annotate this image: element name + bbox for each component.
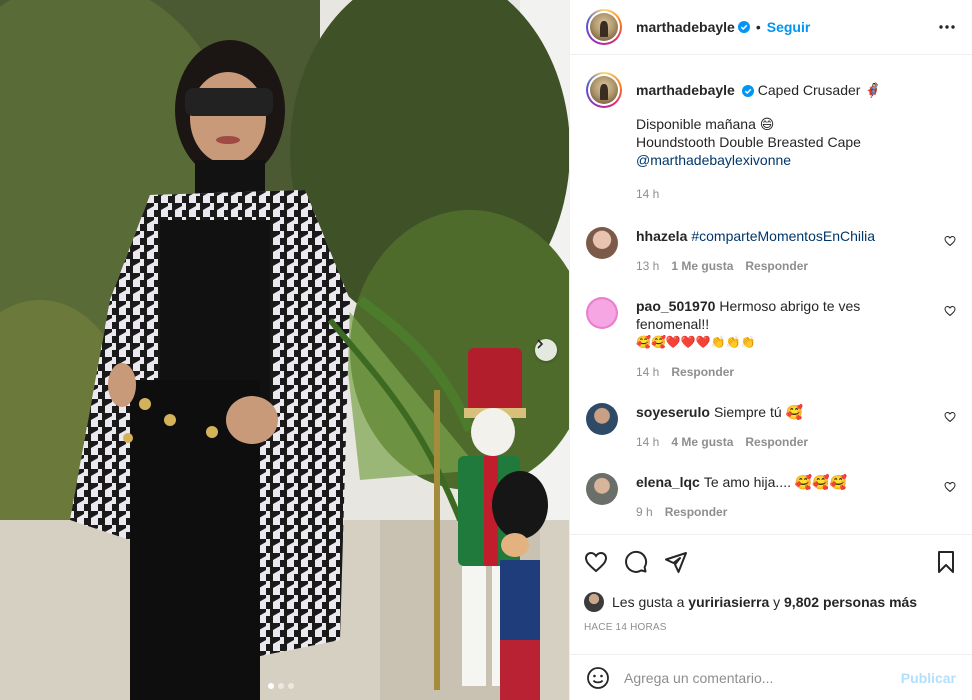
liker-avatar[interactable] — [584, 592, 604, 612]
comment-button[interactable] — [624, 550, 648, 574]
comment-avatar[interactable] — [586, 473, 618, 505]
heart-outline-icon[interactable] — [944, 411, 956, 423]
carousel-dot — [278, 683, 284, 689]
comment-username[interactable]: soyeserulo — [636, 404, 710, 420]
likes-summary: Les gusta a yuririasierra y 9,802 person… — [584, 592, 958, 612]
comment-item: elena_lqc Te amo hija.... 🥰🥰🥰 9 h Respond… — [586, 473, 956, 521]
comment-timestamp[interactable]: 14 h — [636, 433, 659, 451]
carousel-next-button[interactable] — [535, 339, 557, 361]
author-username[interactable]: marthadebayle — [636, 19, 735, 35]
caption-username[interactable]: marthadebayle — [636, 82, 735, 98]
comment-username[interactable]: elena_lqc — [636, 474, 700, 490]
comment-item: pao_501970 Hermoso abrigo te ves fenomena… — [586, 297, 956, 381]
more-options-button[interactable] — [938, 18, 956, 41]
comment-bubble-icon — [625, 550, 648, 573]
carousel-dot-active — [268, 683, 274, 689]
comment-item: soyeserulo Siempre tú 🥰 14 h 4 Me gusta R… — [586, 403, 956, 451]
caption-line: Houndstooth Double Breasted Cape — [636, 134, 861, 150]
photo-illustration — [0, 0, 569, 700]
liker-username[interactable]: yuririasierra — [688, 594, 769, 610]
more-horizontal-icon — [939, 25, 955, 29]
comment-text: Te amo hija.... 🥰🥰🥰 — [703, 474, 848, 490]
verified-badge-icon — [737, 21, 750, 33]
emoji-icon[interactable] — [586, 666, 610, 690]
caption-avatar[interactable] — [586, 72, 622, 108]
likes-middle: y — [773, 594, 781, 610]
comment-text: Siempre tú 🥰 — [713, 404, 803, 420]
separator-dot: • — [755, 19, 761, 35]
caption-title: Caped Crusader — [757, 82, 865, 98]
comment-input[interactable] — [624, 669, 901, 686]
send-icon — [665, 552, 687, 573]
heart-outline-icon[interactable] — [944, 481, 956, 493]
comment-timestamp[interactable]: 9 h — [636, 503, 653, 521]
likes-count[interactable]: 9,802 personas más — [784, 594, 917, 610]
heart-outline-icon[interactable] — [944, 305, 956, 317]
comment-likes[interactable]: 1 Me gusta — [671, 257, 733, 275]
post-timestamp[interactable]: HACE 14 HORAS — [584, 622, 958, 633]
carousel-dot — [288, 683, 294, 689]
caption-title-emoji: 🦸🏻‍♀️ — [864, 82, 882, 98]
author-avatar[interactable] — [586, 9, 622, 45]
comment-username[interactable]: hhazela — [636, 228, 687, 244]
comment-timestamp[interactable]: 13 h — [636, 257, 659, 275]
follow-button[interactable]: Seguir — [767, 19, 811, 35]
post-actions: Les gusta a yuririasierra y 9,802 person… — [570, 534, 972, 633]
heart-outline-icon — [584, 551, 608, 573]
publish-button[interactable]: Publicar — [901, 670, 956, 686]
comment-username[interactable]: pao_501970 — [636, 298, 715, 314]
comment-avatar[interactable] — [586, 297, 618, 329]
comment-item: hhazela #comparteMomentosEnChilia 13 h 1 … — [586, 227, 956, 275]
comment-timestamp[interactable]: 14 h — [636, 363, 659, 381]
comments-list[interactable]: marthadebayle Caped Crusader 🦸🏻‍♀️ Dispo… — [570, 56, 972, 534]
caption-mention-link[interactable]: @marthadebaylexivonne — [636, 151, 928, 169]
caption: marthadebayle Caped Crusader 🦸🏻‍♀️ Dispo… — [586, 72, 956, 203]
likes-prefix: Les gusta a — [612, 594, 685, 610]
add-comment-bar: Publicar — [570, 654, 972, 700]
post-photo[interactable] — [0, 0, 569, 700]
comment-likes[interactable]: 4 Me gusta — [671, 433, 733, 451]
post-side-panel: marthadebayle • Seguir marthadebayle Cap… — [569, 0, 972, 700]
heart-outline-icon[interactable] — [944, 235, 956, 247]
caption-timestamp[interactable]: 14 h — [636, 185, 659, 203]
comment-reply-button[interactable]: Responder — [671, 363, 734, 381]
carousel-dots — [268, 683, 294, 689]
comment-reply-button[interactable]: Responder — [745, 433, 808, 451]
verified-badge-icon — [741, 85, 754, 97]
comment-emoji: 🥰🥰❤️❤️❤️👏👏👏 — [636, 335, 756, 349]
comment-reply-button[interactable]: Responder — [745, 257, 808, 275]
save-button[interactable] — [934, 550, 958, 574]
comment-avatar[interactable] — [586, 403, 618, 435]
like-button[interactable] — [584, 550, 608, 574]
share-button[interactable] — [664, 550, 688, 574]
chevron-right-icon — [537, 339, 544, 349]
bookmark-icon — [938, 551, 954, 573]
post-header: marthadebayle • Seguir — [570, 0, 972, 55]
comment-avatar[interactable] — [586, 227, 618, 259]
caption-line: Disponible mañana 😄 — [636, 116, 775, 132]
comment-hashtag-link[interactable]: #comparteMomentosEnChilia — [691, 228, 875, 244]
comment-reply-button[interactable]: Responder — [665, 503, 728, 521]
